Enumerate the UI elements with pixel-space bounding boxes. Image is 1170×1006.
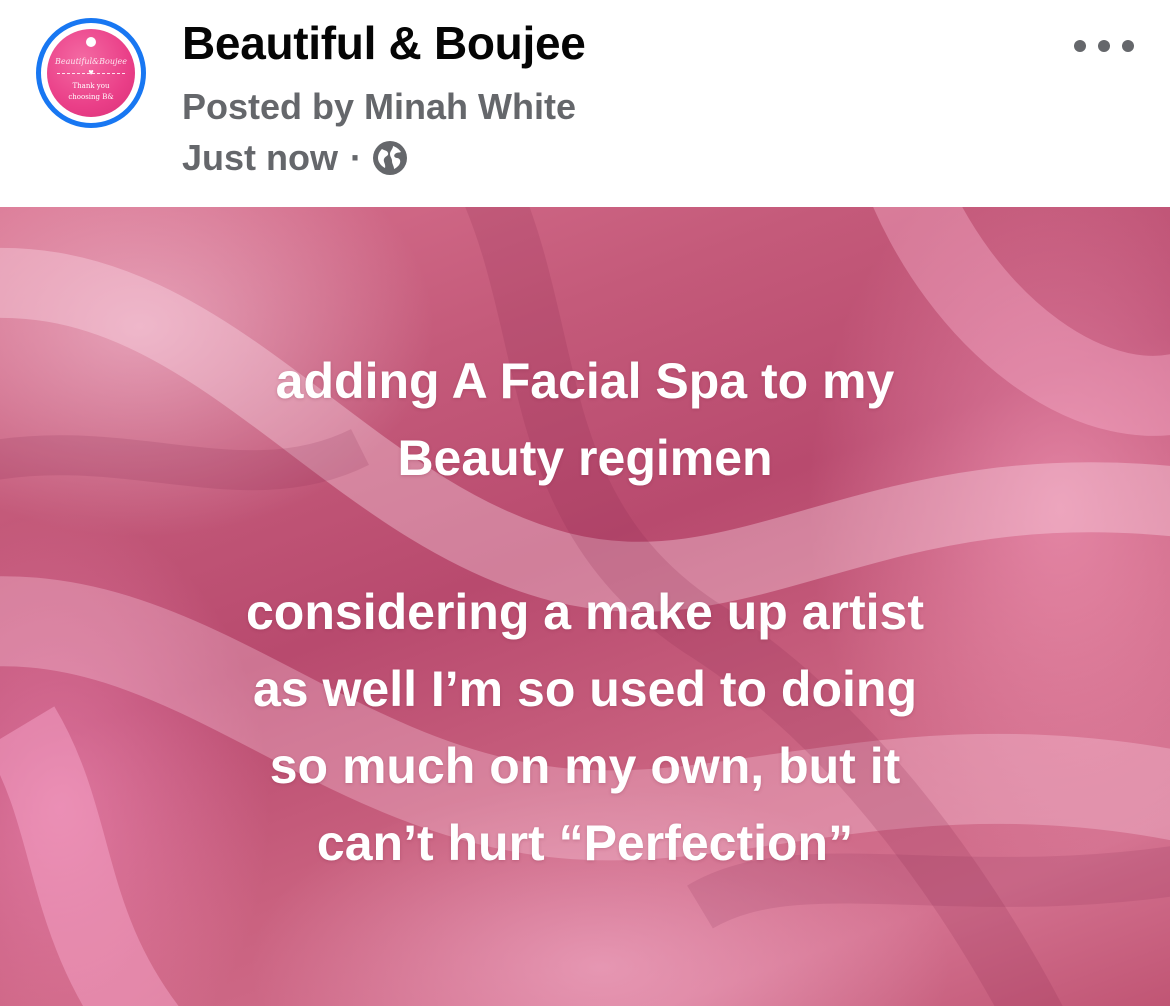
avatar-divider [57,73,125,74]
more-dot [1122,40,1134,52]
posted-by-text[interactable]: Posted by Minah White [182,86,576,128]
globe-icon[interactable] [372,140,408,176]
avatar-logo: Beautiful&Boujee ♥ Thank you choosing B& [47,29,135,117]
post-message: adding A Facial Spa to my Beauty regimen… [0,343,1170,882]
post-text-line: Beauty regimen [397,430,773,486]
avatar-text-line2: choosing B& [68,93,114,101]
post-text-line: adding A Facial Spa to my [275,353,895,409]
meta-separator: · [350,137,363,178]
more-dot [1098,40,1110,52]
tag-hole [86,37,96,47]
post-header: Beautiful&Boujee ♥ Thank you choosing B&… [0,0,1170,207]
avatar-text-line1: Thank you [72,82,110,90]
post-background-body: adding A Facial Spa to my Beauty regimen… [0,207,1170,1006]
post-text-line: considering a make up artist [246,584,924,640]
avatar-script-text: Beautiful&Boujee [55,57,127,66]
facebook-post: Beautiful&Boujee ♥ Thank you choosing B&… [0,0,1170,1006]
post-meta: Just now · [182,137,408,179]
more-dot [1074,40,1086,52]
post-text-line [0,497,1170,574]
page-avatar[interactable]: Beautiful&Boujee ♥ Thank you choosing B& [36,18,146,128]
timestamp-link[interactable]: Just now [182,137,338,179]
post-text-line: so much on my own, but it [269,738,901,794]
post-text-line: as well I’m so used to doing [253,661,917,717]
page-name-link[interactable]: Beautiful & Boujee [182,16,586,70]
post-text-line: can’t hurt “Perfection” [316,815,854,871]
heart-icon: ♥ [88,67,94,77]
more-options-icon[interactable] [1074,32,1134,60]
